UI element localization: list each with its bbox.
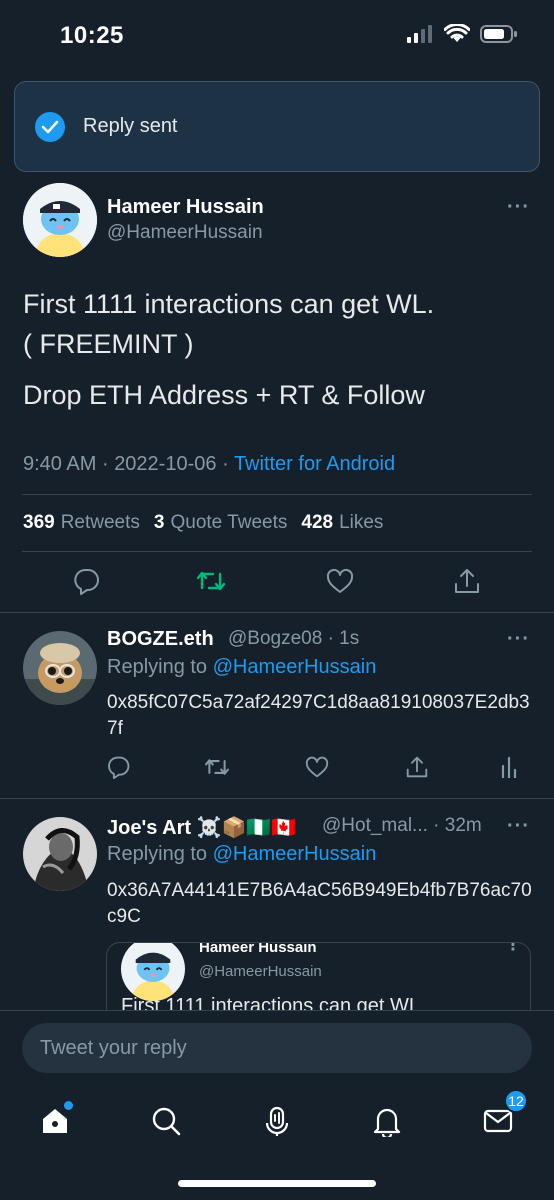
divider <box>22 494 532 495</box>
quote-avatar <box>121 943 185 1001</box>
replying-to: Replying to @HameerHussain <box>107 656 377 678</box>
like-icon[interactable] <box>325 566 355 596</box>
reply-avatar[interactable] <box>23 631 97 705</box>
tweet-actions <box>0 566 554 602</box>
tweet-text-line1: First 1111 interactions can get WL. <box>23 289 435 319</box>
reply-handle[interactable]: @Bogze08 · 1s <box>228 628 359 650</box>
reply-icon[interactable] <box>72 566 102 596</box>
more-options-icon[interactable]: ··· <box>507 196 530 219</box>
tab-home[interactable] <box>35 1101 75 1141</box>
reply-composer-input[interactable]: Tweet your reply <box>22 1023 532 1073</box>
wifi-icon <box>444 24 470 42</box>
toast-text: Reply sent <box>83 115 178 137</box>
bell-icon <box>373 1108 401 1137</box>
retweet-icon[interactable] <box>203 754 231 780</box>
replying-to: Replying to @HameerHussain <box>107 843 377 865</box>
share-icon[interactable] <box>452 566 482 596</box>
reply-name[interactable]: Joe's Art ☠️📦🇳🇬🇨🇦 <box>107 815 296 840</box>
battery-icon <box>480 25 517 43</box>
home-notification-dot <box>64 1101 73 1110</box>
meta-separator: · <box>101 453 109 475</box>
tweet-meta: 9:40 AM · 2022-10-06 · Twitter for Andro… <box>23 453 395 476</box>
tweet-stats: 369 Retweets 3 Quote Tweets 428 Likes <box>23 512 383 534</box>
messages-badge: 12 <box>504 1089 528 1113</box>
tweet-text-line2: ( FREEMINT ) <box>23 329 194 359</box>
reply-actions <box>0 754 554 784</box>
tweet-date: 2022-10-06 <box>114 453 217 475</box>
quote-name: Hameer Hussain <box>199 942 317 956</box>
status-bar: 10:25 <box>0 0 554 70</box>
author-name[interactable]: Hameer Hussain <box>107 196 264 219</box>
tab-notifications[interactable] <box>367 1101 407 1141</box>
like-icon[interactable] <box>304 754 330 780</box>
tweet-text-line3: Drop ETH Address + RT & Follow <box>23 380 425 410</box>
likes-stat[interactable]: 428 Likes <box>301 512 383 534</box>
divider <box>22 551 532 552</box>
reply-handle[interactable]: @Hot_mal... · 32m <box>322 815 482 837</box>
reply-avatar[interactable] <box>23 817 97 891</box>
retweets-stat[interactable]: 369 Retweets <box>23 512 140 534</box>
mention-link[interactable]: @HameerHussain <box>213 843 377 865</box>
divider <box>0 612 554 613</box>
author-avatar[interactable] <box>23 183 97 257</box>
analytics-icon[interactable] <box>496 754 522 780</box>
more-options-icon[interactable]: ··· <box>507 815 530 838</box>
home-indicator[interactable] <box>178 1180 376 1187</box>
share-icon[interactable] <box>404 754 430 780</box>
reply-text: 0x85fC07C5a72af24297C1d8aa819108037E2db3… <box>107 692 530 739</box>
spaces-icon <box>265 1106 289 1136</box>
reply-sent-toast[interactable]: Reply sent <box>14 81 540 172</box>
quote-more-icon[interactable]: ⋮ <box>505 943 522 955</box>
home-icon <box>43 1109 67 1133</box>
search-icon <box>152 1107 181 1136</box>
reply-text: 0x36A7A44141E7B6A4aC56B949Eb4fb7B76ac70c… <box>107 880 532 927</box>
reply-name[interactable]: BOGZE.eth <box>107 628 214 651</box>
status-icons <box>406 24 518 44</box>
divider <box>0 798 554 799</box>
quote-handle: @HameerHussain <box>199 963 322 980</box>
tweet-source-link[interactable]: Twitter for Android <box>234 453 395 475</box>
bottom-area: Tweet your reply 12 <box>0 1010 554 1200</box>
status-time: 10:25 <box>60 22 124 49</box>
meta-separator: · <box>222 453 229 475</box>
quote-tweets-stat[interactable]: 3 Quote Tweets <box>154 512 287 534</box>
tab-search[interactable] <box>146 1101 186 1141</box>
tab-messages[interactable]: 12 <box>478 1089 528 1141</box>
tab-bar: 12 <box>0 1089 554 1159</box>
reply-icon[interactable] <box>106 754 132 780</box>
retweet-icon[interactable] <box>195 566 227 596</box>
signal-icon <box>407 25 432 43</box>
mention-link[interactable]: @HameerHussain <box>213 656 377 678</box>
author-handle[interactable]: @HameerHussain <box>107 222 263 244</box>
tweet-time: 9:40 AM <box>23 453 97 475</box>
envelope-icon <box>483 1109 513 1133</box>
tab-spaces[interactable] <box>257 1101 297 1141</box>
more-options-icon[interactable]: ··· <box>507 628 530 651</box>
check-icon <box>35 111 65 142</box>
